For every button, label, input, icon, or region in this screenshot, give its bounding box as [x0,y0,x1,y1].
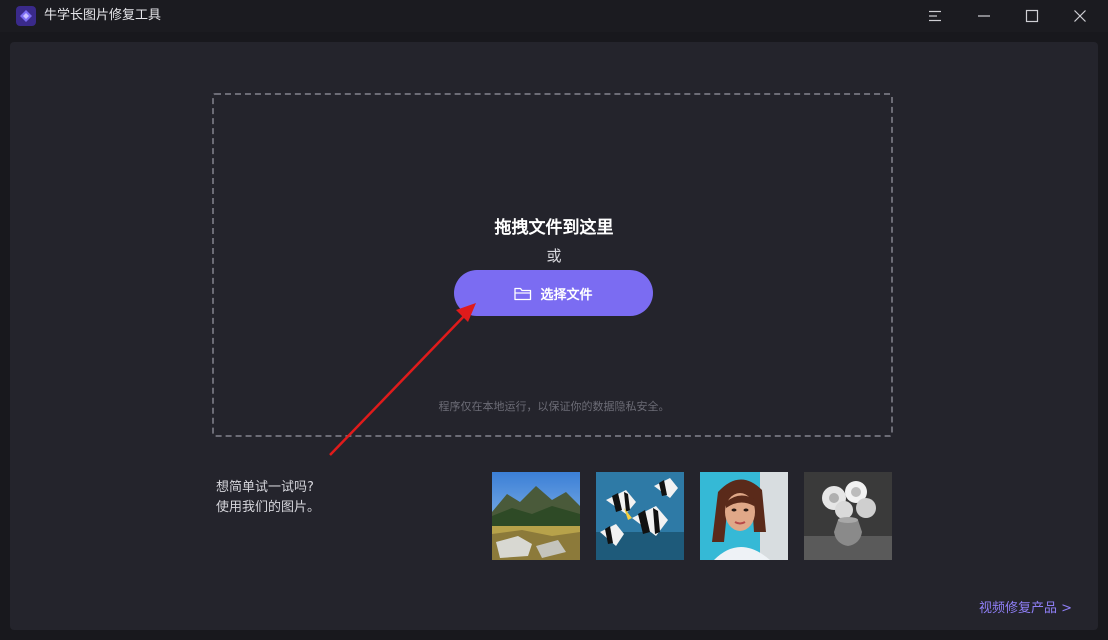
sample-image-fish[interactable] [596,472,684,560]
select-file-button[interactable]: 选择文件 [454,270,653,316]
select-file-label: 选择文件 [540,287,593,303]
sample-prompt-line2: 使用我们的图片。 [216,500,321,515]
menu-icon[interactable] [922,4,948,28]
sample-prompt: 想简单试一试吗? 使用我们的图片。 [216,478,320,518]
folder-icon [514,286,532,301]
drop-or-text: 或 [546,247,562,265]
title-bar: 牛学长图片修复工具 [0,0,1108,32]
sample-image-flowers[interactable] [804,472,892,560]
sample-prompt-line1: 想简单试一试吗? [216,480,314,495]
app-logo-icon [16,6,36,26]
privacy-note: 程序仅在本地运行，以保证你的数据隐私安全。 [438,400,670,413]
sample-image-portrait[interactable] [700,472,788,560]
drop-title: 拖拽文件到这里 [494,218,614,238]
video-repair-link[interactable]: 视频修复产品 > [979,599,1072,619]
maximize-icon[interactable] [1019,4,1045,28]
close-icon[interactable] [1067,4,1093,28]
sample-image-landscape[interactable] [492,472,580,560]
minimize-icon[interactable] [971,4,997,28]
app-title: 牛学长图片修复工具 [44,8,162,23]
